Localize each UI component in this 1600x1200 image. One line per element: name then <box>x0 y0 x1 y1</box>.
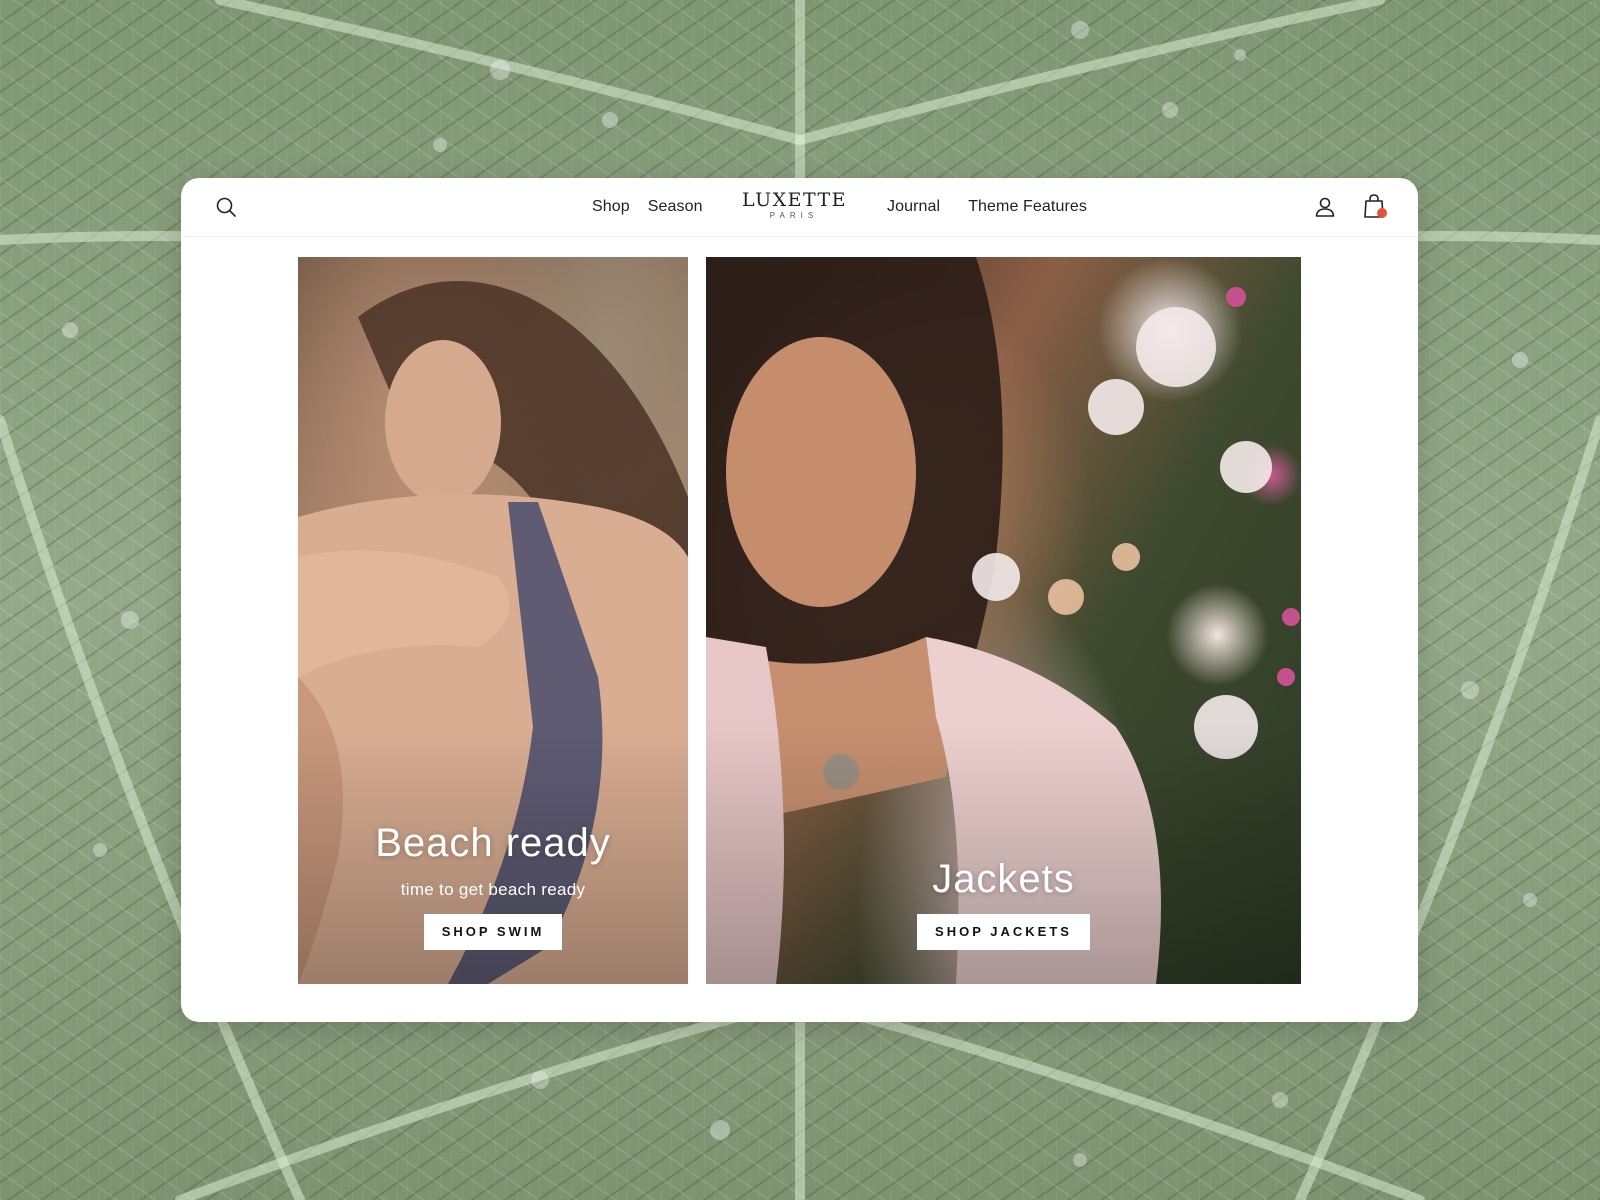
banner-title: Jackets <box>932 857 1075 901</box>
nav-item-theme-features[interactable]: Theme Features <box>968 198 1087 216</box>
cart-button[interactable] <box>1358 190 1390 222</box>
user-icon <box>1315 197 1335 217</box>
account-button[interactable] <box>1309 191 1341 223</box>
nav-right: Journal Theme Features <box>887 178 1115 236</box>
banner-jackets[interactable]: Jackets SHOP JACKETS <box>706 257 1301 984</box>
banner-text-beach: Beach ready time to get beach ready SHOP… <box>298 820 688 950</box>
shop-jackets-button[interactable]: SHOP JACKETS <box>917 914 1090 950</box>
nav-item-shop[interactable]: Shop <box>592 198 630 216</box>
storefront-window: Shop Season LUXETTE PARIS Journal Theme … <box>181 178 1418 1022</box>
brand-tagline: PARIS <box>769 211 819 220</box>
banner-beach-ready[interactable]: Beach ready time to get beach ready SHOP… <box>298 257 688 984</box>
nav-item-journal[interactable]: Journal <box>887 198 940 216</box>
shop-swim-button[interactable]: SHOP SWIM <box>423 914 563 950</box>
brand-logo[interactable]: LUXETTE PARIS <box>742 189 848 221</box>
nav-item-season[interactable]: Season <box>648 198 703 216</box>
brand-name: LUXETTE <box>742 189 848 211</box>
nav-left: Shop Season <box>592 178 721 236</box>
search-icon <box>216 197 236 217</box>
cart-badge <box>1377 208 1387 218</box>
search-button[interactable] <box>210 191 242 223</box>
site-header: Shop Season LUXETTE PARIS Journal Theme … <box>181 178 1418 237</box>
banner-title: Beach ready <box>375 821 611 865</box>
banner-text-jackets: Jackets SHOP JACKETS <box>706 856 1301 950</box>
banner-subtitle: time to get beach ready <box>400 880 586 899</box>
